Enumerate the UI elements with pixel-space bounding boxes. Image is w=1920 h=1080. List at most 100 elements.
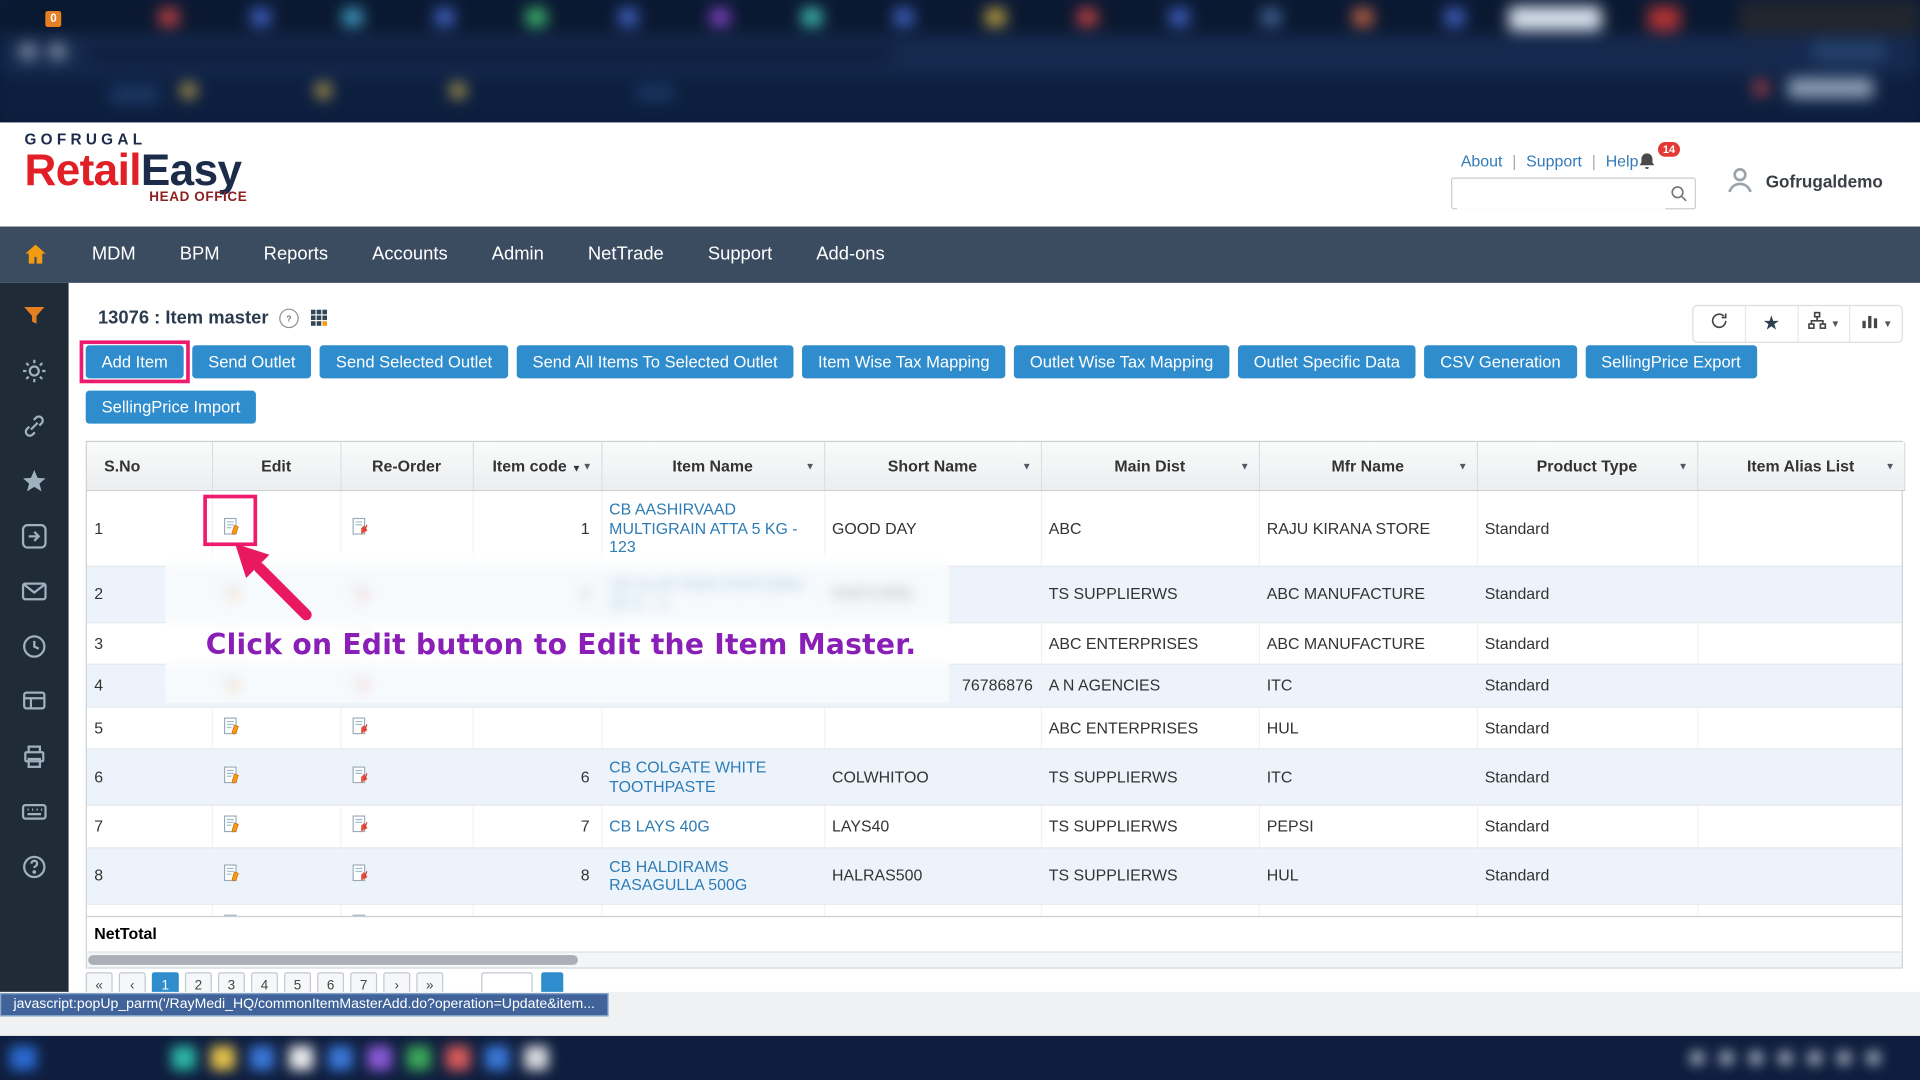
favorite-button[interactable]: ★ (1745, 306, 1797, 342)
item-name-link[interactable]: CB HALDIRAMS RASAGULLA 500G (609, 857, 747, 894)
filter-caret-icon[interactable]: ▼ (1678, 460, 1688, 471)
page-button[interactable]: 4 (251, 972, 278, 992)
column-header-item-alias-list[interactable]: Item Alias List▼ (1697, 442, 1904, 490)
reorder-icon[interactable] (351, 716, 369, 736)
screen-icon[interactable] (21, 688, 48, 715)
chart-view-button[interactable]: ▼ (1849, 306, 1901, 342)
item-name-link[interactable]: CB PEARS 150G (609, 915, 733, 916)
nav-item-accounts[interactable]: Accounts (350, 227, 470, 283)
page-button[interactable]: 7 (350, 972, 377, 992)
outlet-wise-tax-mapping-button[interactable]: Outlet Wise Tax Mapping (1014, 345, 1229, 378)
nav-item-reports[interactable]: Reports (242, 227, 350, 283)
filter-caret-icon[interactable]: ▼ (1458, 460, 1468, 471)
column-header-main-dist[interactable]: Main Dist▼ (1041, 442, 1259, 490)
outlet-specific-data-button[interactable]: Outlet Specific Data (1238, 345, 1416, 378)
nav-item-support[interactable]: Support (686, 227, 794, 283)
browser-chrome-blurred (0, 0, 1920, 122)
scrollbar-thumb[interactable] (88, 955, 578, 965)
user-avatar-icon[interactable] (1724, 164, 1756, 196)
cell-item-alias (1697, 904, 1901, 916)
page-go-button[interactable] (541, 972, 563, 992)
support-link[interactable]: Support (1526, 152, 1582, 170)
about-link[interactable]: About (1461, 152, 1503, 170)
home-tab[interactable] (0, 227, 70, 283)
keyboard-icon[interactable] (21, 798, 48, 825)
reorder-icon[interactable] (351, 765, 369, 785)
settings-icon[interactable] (21, 358, 48, 385)
page-button[interactable]: 2 (185, 972, 212, 992)
retaileasy-logo[interactable]: GOFRUGAL RetailEasy HEAD OFFICE (24, 131, 247, 204)
nav-item-nettrade[interactable]: NetTrade (566, 227, 686, 283)
filter-caret-icon[interactable]: ▼ (1240, 460, 1250, 471)
grid-view-icon[interactable] (310, 309, 328, 327)
nav-item-mdm[interactable]: MDM (70, 227, 158, 283)
item-wise-tax-mapping-button[interactable]: Item Wise Tax Mapping (802, 345, 1005, 378)
page-button[interactable]: › (383, 972, 410, 992)
page-size-select[interactable] (481, 972, 532, 992)
column-header-product-type[interactable]: Product Type▼ (1477, 442, 1697, 490)
page-button[interactable]: 3 (218, 972, 245, 992)
page-button[interactable]: 1 (152, 972, 179, 992)
search-icon[interactable] (1669, 184, 1689, 204)
page-button[interactable]: 5 (284, 972, 311, 992)
nav-items: MDMBPMReportsAccountsAdminNetTradeSuppor… (70, 227, 907, 283)
page-button[interactable]: « (86, 972, 113, 992)
blur-block (211, 1046, 235, 1070)
mail-icon[interactable] (21, 578, 48, 605)
edit-icon[interactable] (222, 913, 240, 916)
favorites-icon[interactable] (21, 468, 48, 495)
csv-generation-button[interactable]: CSV Generation (1424, 345, 1576, 378)
username-label[interactable]: Gofrugaldemo (1766, 171, 1883, 191)
add-item-button[interactable]: Add Item (86, 345, 184, 378)
item-name-link[interactable]: CB AASHIRVAAD MULTIGRAIN ATTA 5 KG - 123 (609, 500, 797, 556)
item-name-link[interactable]: CB COLGATE WHITE TOOTHPASTE (609, 758, 766, 795)
print-icon[interactable] (21, 743, 48, 770)
sellingprice-import-button[interactable]: SellingPrice Import (86, 391, 257, 424)
reorder-icon[interactable] (351, 814, 369, 834)
filter-caret-icon[interactable]: ▼ (1022, 460, 1032, 471)
sort-icon[interactable]: ▼ (572, 463, 582, 474)
edit-icon[interactable] (222, 864, 240, 884)
nav-item-add-ons[interactable]: Add-ons (794, 227, 907, 283)
hierarchy-view-button[interactable]: ▼ (1797, 306, 1849, 342)
filter-caret-icon[interactable]: ▼ (582, 460, 592, 471)
column-header-item-code[interactable]: Item code▼▼ (473, 442, 602, 490)
history-icon[interactable] (21, 633, 48, 660)
bell-icon[interactable] (1636, 151, 1658, 173)
link-icon[interactable] (21, 413, 48, 440)
reorder-icon[interactable] (351, 516, 369, 536)
sellingprice-export-button[interactable]: SellingPrice Export (1585, 345, 1757, 378)
horizontal-scrollbar[interactable] (87, 951, 1902, 967)
column-header-re-order: Re-Order (340, 442, 472, 490)
refresh-button[interactable] (1693, 306, 1744, 342)
search-input[interactable] (1457, 180, 1665, 209)
help-link[interactable]: Help (1606, 152, 1639, 170)
help-icon[interactable] (21, 853, 48, 880)
button-wrap: Outlet Wise Tax Mapping (1014, 345, 1229, 378)
item-name-link[interactable]: CB LAYS 40G (609, 817, 710, 835)
send-outlet-button[interactable]: Send Outlet (192, 345, 311, 378)
column-header-short-name[interactable]: Short Name▼ (824, 442, 1041, 490)
send-all-items-to-selected-outlet-button[interactable]: Send All Items To Selected Outlet (517, 345, 794, 378)
table-row: 5ABC ENTERPRISESHULStandard (87, 707, 1902, 749)
send-icon[interactable] (21, 523, 48, 550)
column-header-mfr-name[interactable]: Mfr Name▼ (1259, 442, 1477, 490)
help-icon[interactable]: ? (279, 308, 299, 328)
page-button[interactable]: » (416, 972, 443, 992)
filter-icon[interactable] (21, 302, 48, 329)
edit-icon[interactable] (222, 765, 240, 785)
edit-icon[interactable] (222, 716, 240, 736)
nav-item-admin[interactable]: Admin (470, 227, 566, 283)
nav-item-bpm[interactable]: BPM (158, 227, 242, 283)
filter-caret-icon[interactable]: ▼ (1885, 460, 1895, 471)
notification-badge[interactable]: 14 (1658, 142, 1680, 157)
edit-icon[interactable] (222, 814, 240, 834)
filter-caret-icon[interactable]: ▼ (805, 460, 815, 471)
reorder-icon[interactable] (351, 864, 369, 884)
column-header-item-name[interactable]: Item Name▼ (601, 442, 824, 490)
reorder-icon[interactable] (351, 913, 369, 916)
page-button[interactable]: ‹ (119, 972, 146, 992)
page-button[interactable]: 6 (317, 972, 344, 992)
cell-reorder (340, 805, 472, 847)
send-selected-outlet-button[interactable]: Send Selected Outlet (320, 345, 508, 378)
